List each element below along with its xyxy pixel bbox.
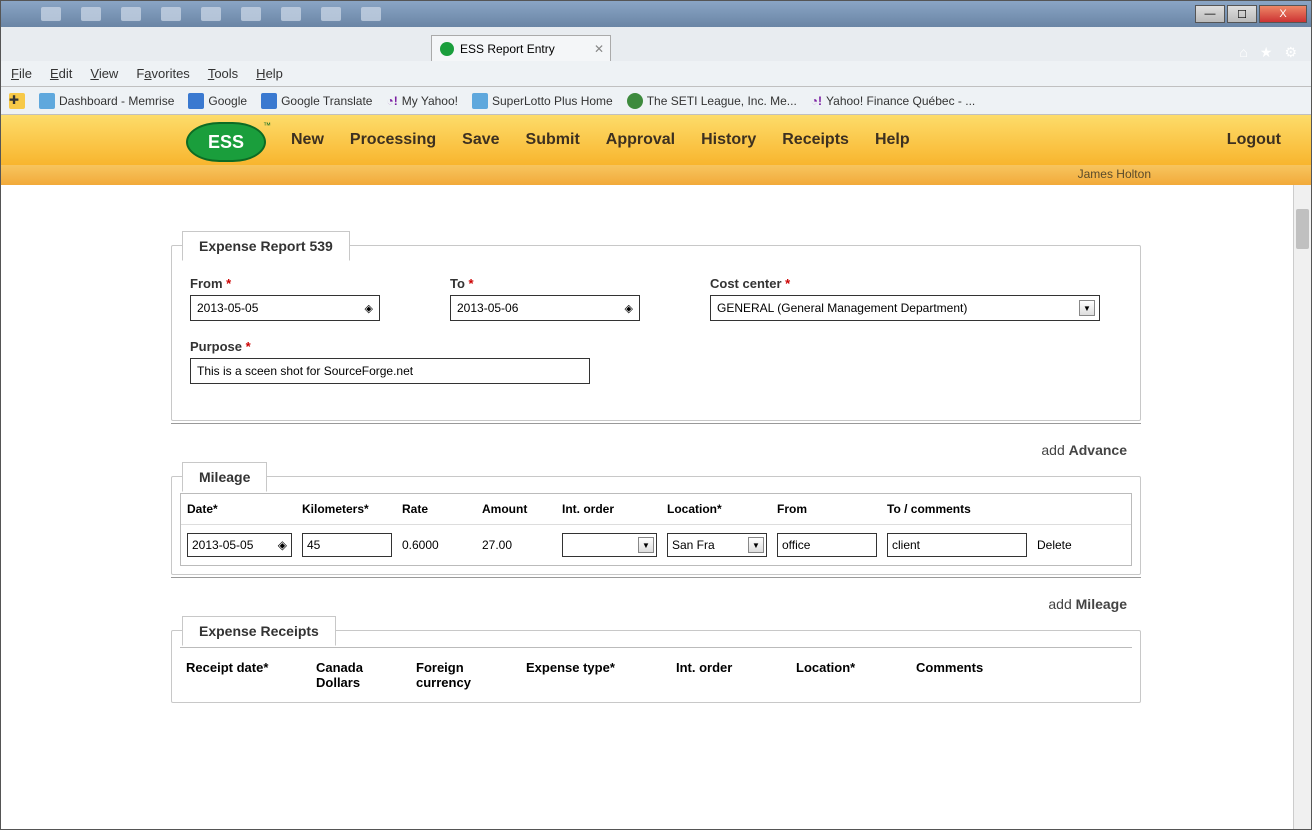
favorites-bar: ✚ Dashboard - Memrise Google Google Tran… [1,87,1311,115]
tools-icon[interactable]: ⚙ [1284,44,1297,61]
mileage-table: Date* Kilometers* Rate Amount Int. order… [180,493,1132,566]
nav-help[interactable]: Help [875,131,910,149]
chevron-down-icon: ▼ [748,537,764,553]
refresh-icon[interactable]: ⟳ [390,37,408,55]
nav-forward-button[interactable]: → [39,32,67,60]
tab-close-icon[interactable]: ✕ [594,42,604,56]
from-date-input[interactable]: 2013-05-05 ◈ [190,295,380,321]
nav-submit[interactable]: Submit [526,131,580,149]
window-close-button[interactable]: X [1259,5,1307,23]
site-favicon [76,39,90,53]
calendar-icon[interactable]: ◈ [365,302,373,315]
window-minimize-button[interactable]: — [1195,5,1225,23]
browser-menu-bar: File Edit View Favorites Tools Help [1,61,1311,87]
address-bar[interactable]: http://www.expenseservices.net/ess-app/a… [71,34,341,58]
user-bar: James Holton [1,165,1311,185]
fav-seti[interactable]: The SETI League, Inc. Me... [627,93,797,109]
fav-memrise[interactable]: Dashboard - Memrise [39,93,174,109]
taskbar-background [1,7,1193,21]
mileage-panel-title: Mileage [182,462,267,492]
chevron-down-icon: ▼ [638,537,654,553]
fav-yahoo-finance[interactable]: ◔!Yahoo! Finance Québec - ... [811,94,975,108]
favorites-icon[interactable]: ★ [1260,44,1273,61]
browser-nav-bar: ← → http://www.expenseservices.net/ess-a… [1,27,1311,65]
nav-new[interactable]: New [291,131,324,149]
mileage-to-input[interactable]: client [887,533,1027,557]
nav-save[interactable]: Save [462,131,499,149]
trademark: ™ [263,121,271,130]
fav-my-yahoo[interactable]: ◔!My Yahoo! [386,94,458,108]
nav-back-button[interactable]: ← [7,32,35,60]
fav-superlotto[interactable]: SuperLotto Plus Home [472,93,613,109]
logout-link[interactable]: Logout [1227,131,1281,149]
calendar-icon[interactable]: ◈ [278,538,287,552]
mileage-location-select[interactable]: San Fra▼ [667,533,767,557]
calendar-icon[interactable]: ◈ [625,302,633,315]
purpose-input[interactable]: This is a sceen shot for SourceForge.net [190,358,590,384]
menu-file[interactable]: File [11,66,32,81]
menu-favorites[interactable]: Favorites [136,66,189,81]
mileage-intorder-select[interactable]: ▼ [562,533,657,557]
nav-receipts[interactable]: Receipts [782,131,849,149]
menu-tools[interactable]: Tools [208,66,238,81]
receipts-panel-title: Expense Receipts [182,616,336,646]
mileage-rate: 0.6000 [402,538,472,552]
mileage-amount: 27.00 [482,538,552,552]
report-panel: Expense Report 539 From * 2013-05-05 ◈ T… [171,245,1141,421]
compat-icon[interactable]: ▾ [370,37,384,55]
receipts-table: Receipt date* Canada Dollars Foreign cur… [180,647,1132,702]
cost-center-field: Cost center * GENERAL (General Managemen… [710,276,1100,321]
mileage-panel: Mileage Date* Kilometers* Rate Amount In… [171,476,1141,575]
nav-history[interactable]: History [701,131,756,149]
tab-title: ESS Report Entry [460,42,555,56]
ess-logo: ESS [186,122,266,162]
menu-edit[interactable]: Edit [50,66,72,81]
mileage-row: 2013-05-05◈ 45 0.6000 27.00 ▼ San Fra▼ o… [181,525,1131,565]
fav-google[interactable]: Google [188,93,247,109]
add-favorite-icon[interactable]: ✚ [9,93,25,109]
vertical-scrollbar[interactable] [1293,185,1311,829]
url-text: http://www.expenseservices.net/ess-app/a… [94,39,324,53]
to-date-input[interactable]: 2013-05-06 ◈ [450,295,640,321]
window-maximize-button[interactable]: ☐ [1227,5,1257,23]
window-titlebar: — ☐ X [1,1,1311,27]
chevron-down-icon[interactable]: ▼ [1079,300,1095,316]
to-field: To * 2013-05-06 ◈ [450,276,640,321]
cost-center-select[interactable]: GENERAL (General Management Department) … [710,295,1100,321]
toolbar-icons: ⌂ ★ ⚙ [1239,44,1311,61]
purpose-field: Purpose * This is a sceen shot for Sourc… [190,339,590,384]
app-nav: New Processing Save Submit Approval Hist… [291,131,910,149]
page-body: Expense Report 539 From * 2013-05-05 ◈ T… [1,185,1311,829]
app-header: ESS ™ New Processing Save Submit Approva… [1,115,1311,165]
menu-help[interactable]: Help [256,66,283,81]
receipts-panel: Expense Receipts Receipt date* Canada Do… [171,630,1141,703]
fav-google-translate[interactable]: Google Translate [261,93,372,109]
report-panel-title: Expense Report 539 [182,231,350,261]
browser-tab[interactable]: ESS Report Entry ✕ [431,35,611,61]
tab-favicon [440,42,454,56]
mileage-date-input[interactable]: 2013-05-05◈ [187,533,292,557]
mileage-delete-link[interactable]: Delete [1037,538,1097,552]
menu-view[interactable]: View [90,66,118,81]
mileage-km-input[interactable]: 45 [302,533,392,557]
add-advance-link[interactable]: add Advance [171,423,1141,476]
mileage-from-input[interactable]: office [777,533,877,557]
address-bar-controls: 🔍 ▾ ⟳ ✕ [349,37,432,55]
browser-window: — ☐ X ← → http://www.expenseservices.net… [0,0,1312,830]
nav-approval[interactable]: Approval [606,131,675,149]
stop-icon[interactable]: ✕ [414,37,432,55]
home-icon[interactable]: ⌂ [1239,44,1247,61]
user-name: James Holton [1078,167,1151,181]
from-field: From * 2013-05-05 ◈ [190,276,380,321]
nav-processing[interactable]: Processing [350,131,436,149]
search-icon[interactable]: 🔍 [349,37,364,55]
